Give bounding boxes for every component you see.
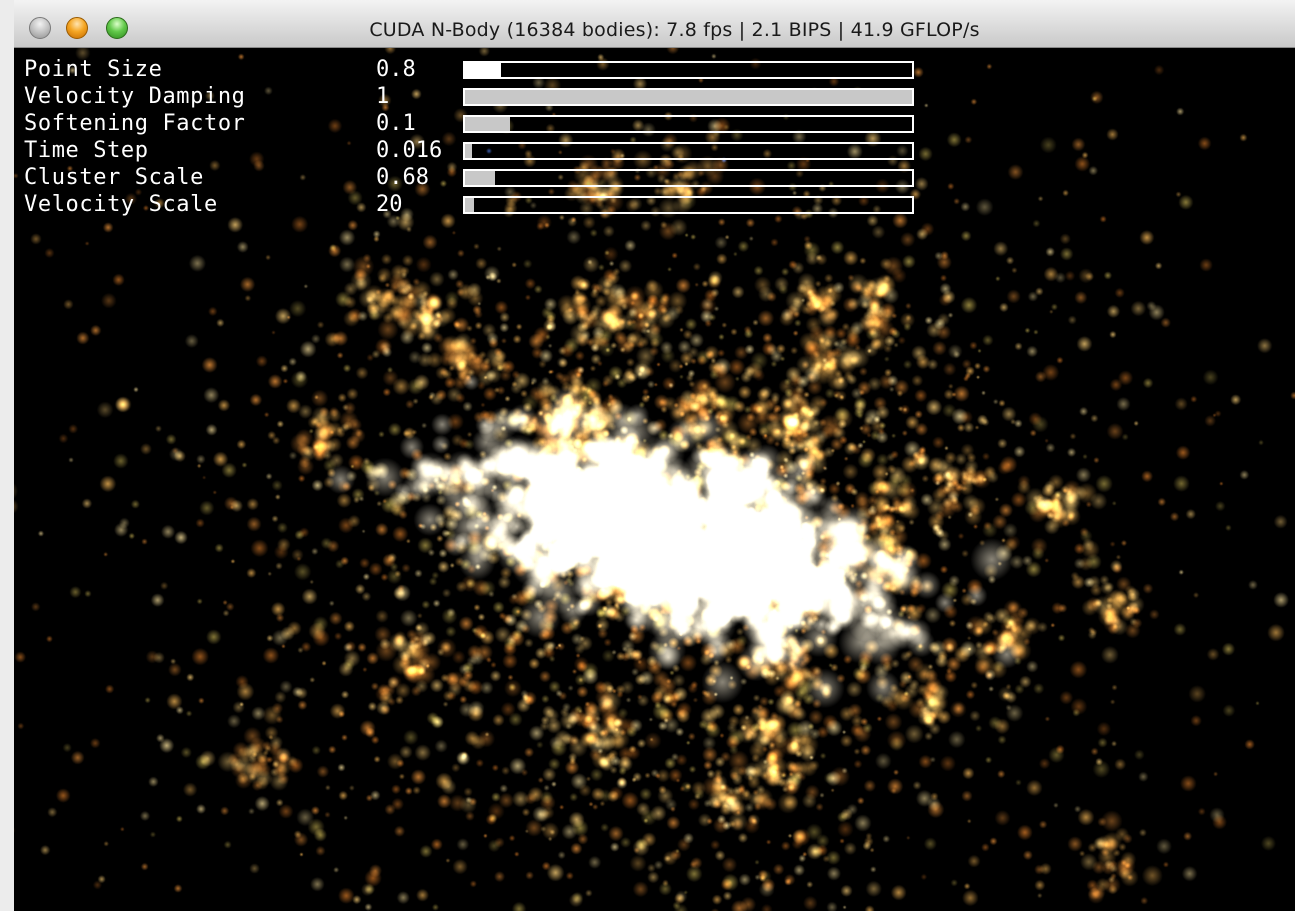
param-row-time-step: Time Step 0.016 xyxy=(14,137,934,164)
velocity-scale-slider[interactable] xyxy=(463,196,914,214)
param-value: 1 xyxy=(376,84,390,109)
param-row-velocity-damping: Velocity Damping 1 xyxy=(14,83,934,110)
simulation-viewport[interactable]: Point Size 0.8 Velocity Damping 1 Soften… xyxy=(14,48,1295,911)
app-window: CUDA N-Body (16384 bodies): 7.8 fps | 2.… xyxy=(14,0,1295,911)
time-step-slider[interactable] xyxy=(463,142,914,160)
cluster-scale-slider[interactable] xyxy=(463,169,914,187)
param-row-softening-factor: Softening Factor 0.1 xyxy=(14,110,934,137)
title-bar[interactable]: CUDA N-Body (16384 bodies): 7.8 fps | 2.… xyxy=(14,0,1295,48)
param-label: Cluster Scale xyxy=(24,165,204,190)
param-row-point-size: Point Size 0.8 xyxy=(14,56,934,83)
param-value: 0.8 xyxy=(376,57,416,82)
param-label: Velocity Scale xyxy=(24,192,218,217)
parameter-panel: Point Size 0.8 Velocity Damping 1 Soften… xyxy=(14,48,934,228)
param-label: Velocity Damping xyxy=(24,84,246,109)
param-row-cluster-scale: Cluster Scale 0.68 xyxy=(14,164,934,191)
param-row-velocity-scale: Velocity Scale 20 xyxy=(14,191,934,218)
param-label: Point Size xyxy=(24,57,163,82)
slider-fill xyxy=(465,90,912,104)
slider-fill xyxy=(465,171,496,185)
slider-fill xyxy=(465,144,473,158)
softening-factor-slider[interactable] xyxy=(463,115,914,133)
slider-fill xyxy=(465,198,474,212)
param-label: Time Step xyxy=(24,138,149,163)
slider-fill xyxy=(465,63,501,77)
param-label: Softening Factor xyxy=(24,111,246,136)
param-value: 0.1 xyxy=(376,111,416,136)
param-value: 0.016 xyxy=(376,138,443,163)
point-size-slider[interactable] xyxy=(463,61,914,79)
window-title: CUDA N-Body (16384 bodies): 7.8 fps | 2.… xyxy=(369,19,980,41)
slider-fill xyxy=(465,117,510,131)
param-value: 0.68 xyxy=(376,165,429,190)
velocity-damping-slider[interactable] xyxy=(463,88,914,106)
param-value: 20 xyxy=(376,192,403,217)
